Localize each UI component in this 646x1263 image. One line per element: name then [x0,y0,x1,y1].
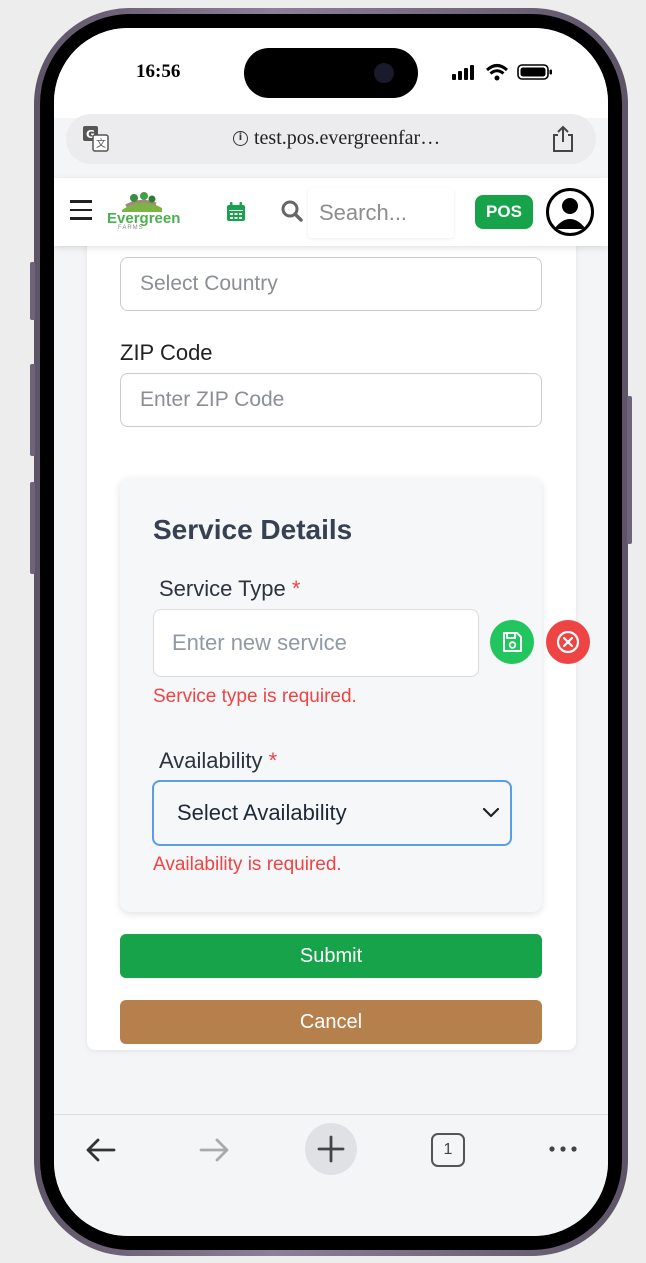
submit-button[interactable]: Submit [120,934,542,978]
chevron-down-icon [482,807,500,818]
availability-select[interactable]: Select Availability [152,780,512,846]
availability-select-value: Select Availability [177,800,347,825]
service-details-title: Service Details [153,514,353,545]
front-camera [374,63,394,83]
signal-wifi-battery-icon [452,64,552,81]
zip-code-input[interactable]: Enter ZIP Code [120,373,542,427]
translate-icon[interactable]: G 文 [82,125,110,153]
zip-code-label: ZIP Code [120,340,213,365]
browser-url-bar[interactable]: G 文 i test.pos.evergreenfar… [66,114,596,164]
close-circle-icon [556,630,580,654]
status-bar: 16:56 [54,28,608,118]
calendar-icon[interactable] [226,202,246,222]
action-button [30,262,35,320]
volume-down-button [30,482,35,574]
forward-arrow-icon[interactable] [197,1135,231,1165]
plus-icon [317,1135,345,1163]
service-type-input[interactable]: Enter new service [153,609,479,677]
site-info-icon[interactable]: i [233,131,248,146]
user-avatar[interactable] [546,188,594,236]
required-asterisk: * [291,576,301,601]
tab-switcher-button[interactable]: 1 [431,1133,465,1167]
service-type-label-text: Service Type [159,576,286,601]
service-type-label: Service Type * [159,576,300,602]
user-icon [554,198,586,229]
availability-label-text: Availability [159,748,263,773]
back-arrow-icon[interactable] [84,1135,118,1165]
dynamic-island [244,48,418,98]
search-icon [281,200,303,222]
service-details-section: Service Details Service Type * Enter new… [120,478,590,912]
power-button [627,396,632,544]
share-icon[interactable] [550,125,576,153]
availability-label: Availability * [159,748,277,774]
url-text[interactable]: test.pos.evergreenfar… [254,127,440,150]
browser-bottom-toolbar: 1 [54,1114,608,1236]
country-select[interactable]: Select Country [120,257,542,311]
service-type-error: Service type is required. [153,686,357,707]
svg-text:文: 文 [96,137,106,150]
menu-icon[interactable] [70,200,92,220]
phone-screen: 16:56 G 文 i test.pos.evergreenfar… Everg… [54,28,608,1236]
availability-error: Availability is required. [153,854,342,875]
pos-button[interactable]: POS [475,195,533,229]
status-time: 16:56 [136,61,181,82]
cancel-button[interactable]: Cancel [120,1000,542,1044]
cancel-service-button[interactable] [546,620,590,664]
new-tab-button[interactable] [305,1123,357,1175]
more-options-icon[interactable] [548,1139,578,1159]
logo-subtext: FARMS [118,225,144,231]
required-asterisk: * [268,748,278,773]
app-header: Evergreen FARMS POS [54,178,608,246]
save-service-button[interactable] [490,620,534,664]
volume-up-button [30,364,35,456]
search-input[interactable] [308,188,454,238]
evergreen-logo[interactable]: Evergreen FARMS [106,190,180,234]
form-card: Select Country ZIP Code Enter ZIP Code S… [87,228,590,1050]
save-icon [503,632,522,652]
